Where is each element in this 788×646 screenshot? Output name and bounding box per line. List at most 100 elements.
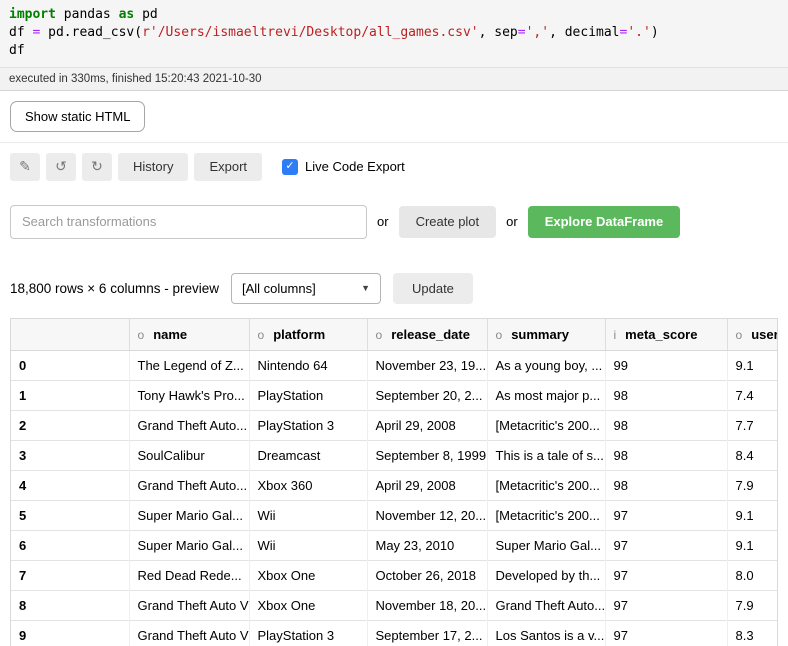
table-cell: Grand Theft Auto... <box>129 410 249 440</box>
table-cell: Xbox One <box>249 590 367 620</box>
undo-icon: ↺ <box>55 158 67 174</box>
row-index-cell: 7 <box>11 560 129 590</box>
table-cell: Dreamcast <box>249 440 367 470</box>
columns-dropdown[interactable]: [All columns] ▼ <box>231 273 381 304</box>
code-text: df <box>9 25 32 40</box>
checkbox-checked[interactable]: ✓ <box>282 159 298 175</box>
row-index-cell: 9 <box>11 620 129 646</box>
table-cell: 97 <box>605 530 727 560</box>
search-transformations-input[interactable] <box>10 205 367 239</box>
output-area: Show static HTML ✎ ↺ ↻ History Export ✓ … <box>0 91 788 646</box>
table-row: 1Tony Hawk's Pro...PlayStationSeptember … <box>11 380 778 410</box>
row-index-cell: 4 <box>11 470 129 500</box>
table-cell: May 23, 2010 <box>367 530 487 560</box>
preview-bar: 18,800 rows × 6 columns - preview [All c… <box>10 273 778 304</box>
column-header[interactable]: imeta_score <box>605 319 727 351</box>
undo-button[interactable]: ↺ <box>46 153 76 181</box>
code-operator: = <box>518 25 526 40</box>
table-cell: 98 <box>605 470 727 500</box>
table-cell: 9.1 <box>727 350 778 380</box>
table-cell: 97 <box>605 560 727 590</box>
code-text: pd.read_csv( <box>40 25 142 40</box>
table-cell: November 18, 20... <box>367 590 487 620</box>
create-plot-button[interactable]: Create plot <box>399 206 497 238</box>
table-cell: 97 <box>605 590 727 620</box>
code-text: pd <box>134 7 157 22</box>
table-cell: [Metacritic's 200... <box>487 410 605 440</box>
table-cell: 98 <box>605 440 727 470</box>
explore-dataframe-button[interactable]: Explore DataFrame <box>528 206 681 238</box>
table-cell: As a young boy, ... <box>487 350 605 380</box>
code-cell[interactable]: import pandas as pd df = pd.read_csv(r'/… <box>0 0 788 68</box>
dtype-icon: o <box>376 328 383 342</box>
table-cell: Red Dead Rede... <box>129 560 249 590</box>
table-row: 0The Legend of Z...Nintendo 64November 2… <box>11 350 778 380</box>
redo-button[interactable]: ↻ <box>82 153 112 181</box>
row-index-cell: 6 <box>11 530 129 560</box>
code-text: ) <box>651 25 659 40</box>
live-code-export-label[interactable]: Live Code Export <box>305 159 405 174</box>
table-cell: 9.1 <box>727 500 778 530</box>
code-string: r'/Users/ismaeltrevi/Desktop/all_games.c… <box>142 25 479 40</box>
row-index-cell: 3 <box>11 440 129 470</box>
column-label: name <box>153 327 187 342</box>
column-header[interactable]: o platform <box>249 319 367 351</box>
column-header[interactable]: o release_date <box>367 319 487 351</box>
table-cell: Xbox One <box>249 560 367 590</box>
code-text: df <box>9 43 25 58</box>
table-cell: This is a tale of s... <box>487 440 605 470</box>
table-cell: SoulCalibur <box>129 440 249 470</box>
row-index-cell: 8 <box>11 590 129 620</box>
columns-dropdown-value: [All columns] <box>242 281 316 296</box>
table-row: 9Grand Theft Auto VPlayStation 3Septembe… <box>11 620 778 646</box>
row-index-cell: 0 <box>11 350 129 380</box>
code-line-1: import pandas as pd <box>9 6 779 24</box>
column-header[interactable]: osummary <box>487 319 605 351</box>
table-cell: [Metacritic's 200... <box>487 470 605 500</box>
column-header[interactable]: ouser_review <box>727 319 778 351</box>
export-button[interactable]: Export <box>194 153 262 181</box>
update-button[interactable]: Update <box>393 273 473 304</box>
or-label: or <box>377 214 389 229</box>
show-static-html-button[interactable]: Show static HTML <box>10 101 145 132</box>
transformation-bar: or Create plot or Explore DataFrame <box>10 205 778 239</box>
table-cell: [Metacritic's 200... <box>487 500 605 530</box>
column-label: platform <box>273 327 325 342</box>
row-index-cell: 1 <box>11 380 129 410</box>
table-cell: 9.1 <box>727 530 778 560</box>
table-cell: Grand Theft Auto V <box>129 590 249 620</box>
dataframe-shape-summary: 18,800 rows × 6 columns - preview <box>10 281 219 296</box>
dtype-icon: o <box>138 328 145 342</box>
table-row: 3SoulCaliburDreamcastSeptember 8, 1999Th… <box>11 440 778 470</box>
code-string: '.' <box>627 25 650 40</box>
live-code-export-toggle[interactable]: ✓ Live Code Export <box>282 159 405 175</box>
column-header[interactable] <box>11 319 129 351</box>
code-keyword: as <box>119 7 135 22</box>
table-cell: November 12, 20... <box>367 500 487 530</box>
row-index-cell: 2 <box>11 410 129 440</box>
table-body: 0The Legend of Z...Nintendo 64November 2… <box>11 350 778 646</box>
table-cell: 97 <box>605 620 727 646</box>
table-cell: 8.4 <box>727 440 778 470</box>
table-cell: Tony Hawk's Pro... <box>129 380 249 410</box>
table-cell: 7.7 <box>727 410 778 440</box>
code-keyword: import <box>9 7 56 22</box>
table-cell: Grand Theft Auto... <box>487 590 605 620</box>
table-cell: 7.9 <box>727 470 778 500</box>
table-cell: April 29, 2008 <box>367 410 487 440</box>
table-row: 2Grand Theft Auto...PlayStation 3April 2… <box>11 410 778 440</box>
or-label: or <box>506 214 518 229</box>
column-label: meta_score <box>625 327 697 342</box>
edit-cell-button[interactable]: ✎ <box>10 153 40 181</box>
redo-icon: ↻ <box>91 158 103 174</box>
table-cell: 7.9 <box>727 590 778 620</box>
table-cell: 98 <box>605 380 727 410</box>
table-row: 4Grand Theft Auto...Xbox 360April 29, 20… <box>11 470 778 500</box>
row-index-cell: 5 <box>11 500 129 530</box>
dtype-icon: o <box>258 328 265 342</box>
column-header[interactable]: oname <box>129 319 249 351</box>
history-button[interactable]: History <box>118 153 188 181</box>
column-label: release_date <box>391 327 470 342</box>
table-cell: September 20, 2... <box>367 380 487 410</box>
table-cell: Grand Theft Auto... <box>129 470 249 500</box>
